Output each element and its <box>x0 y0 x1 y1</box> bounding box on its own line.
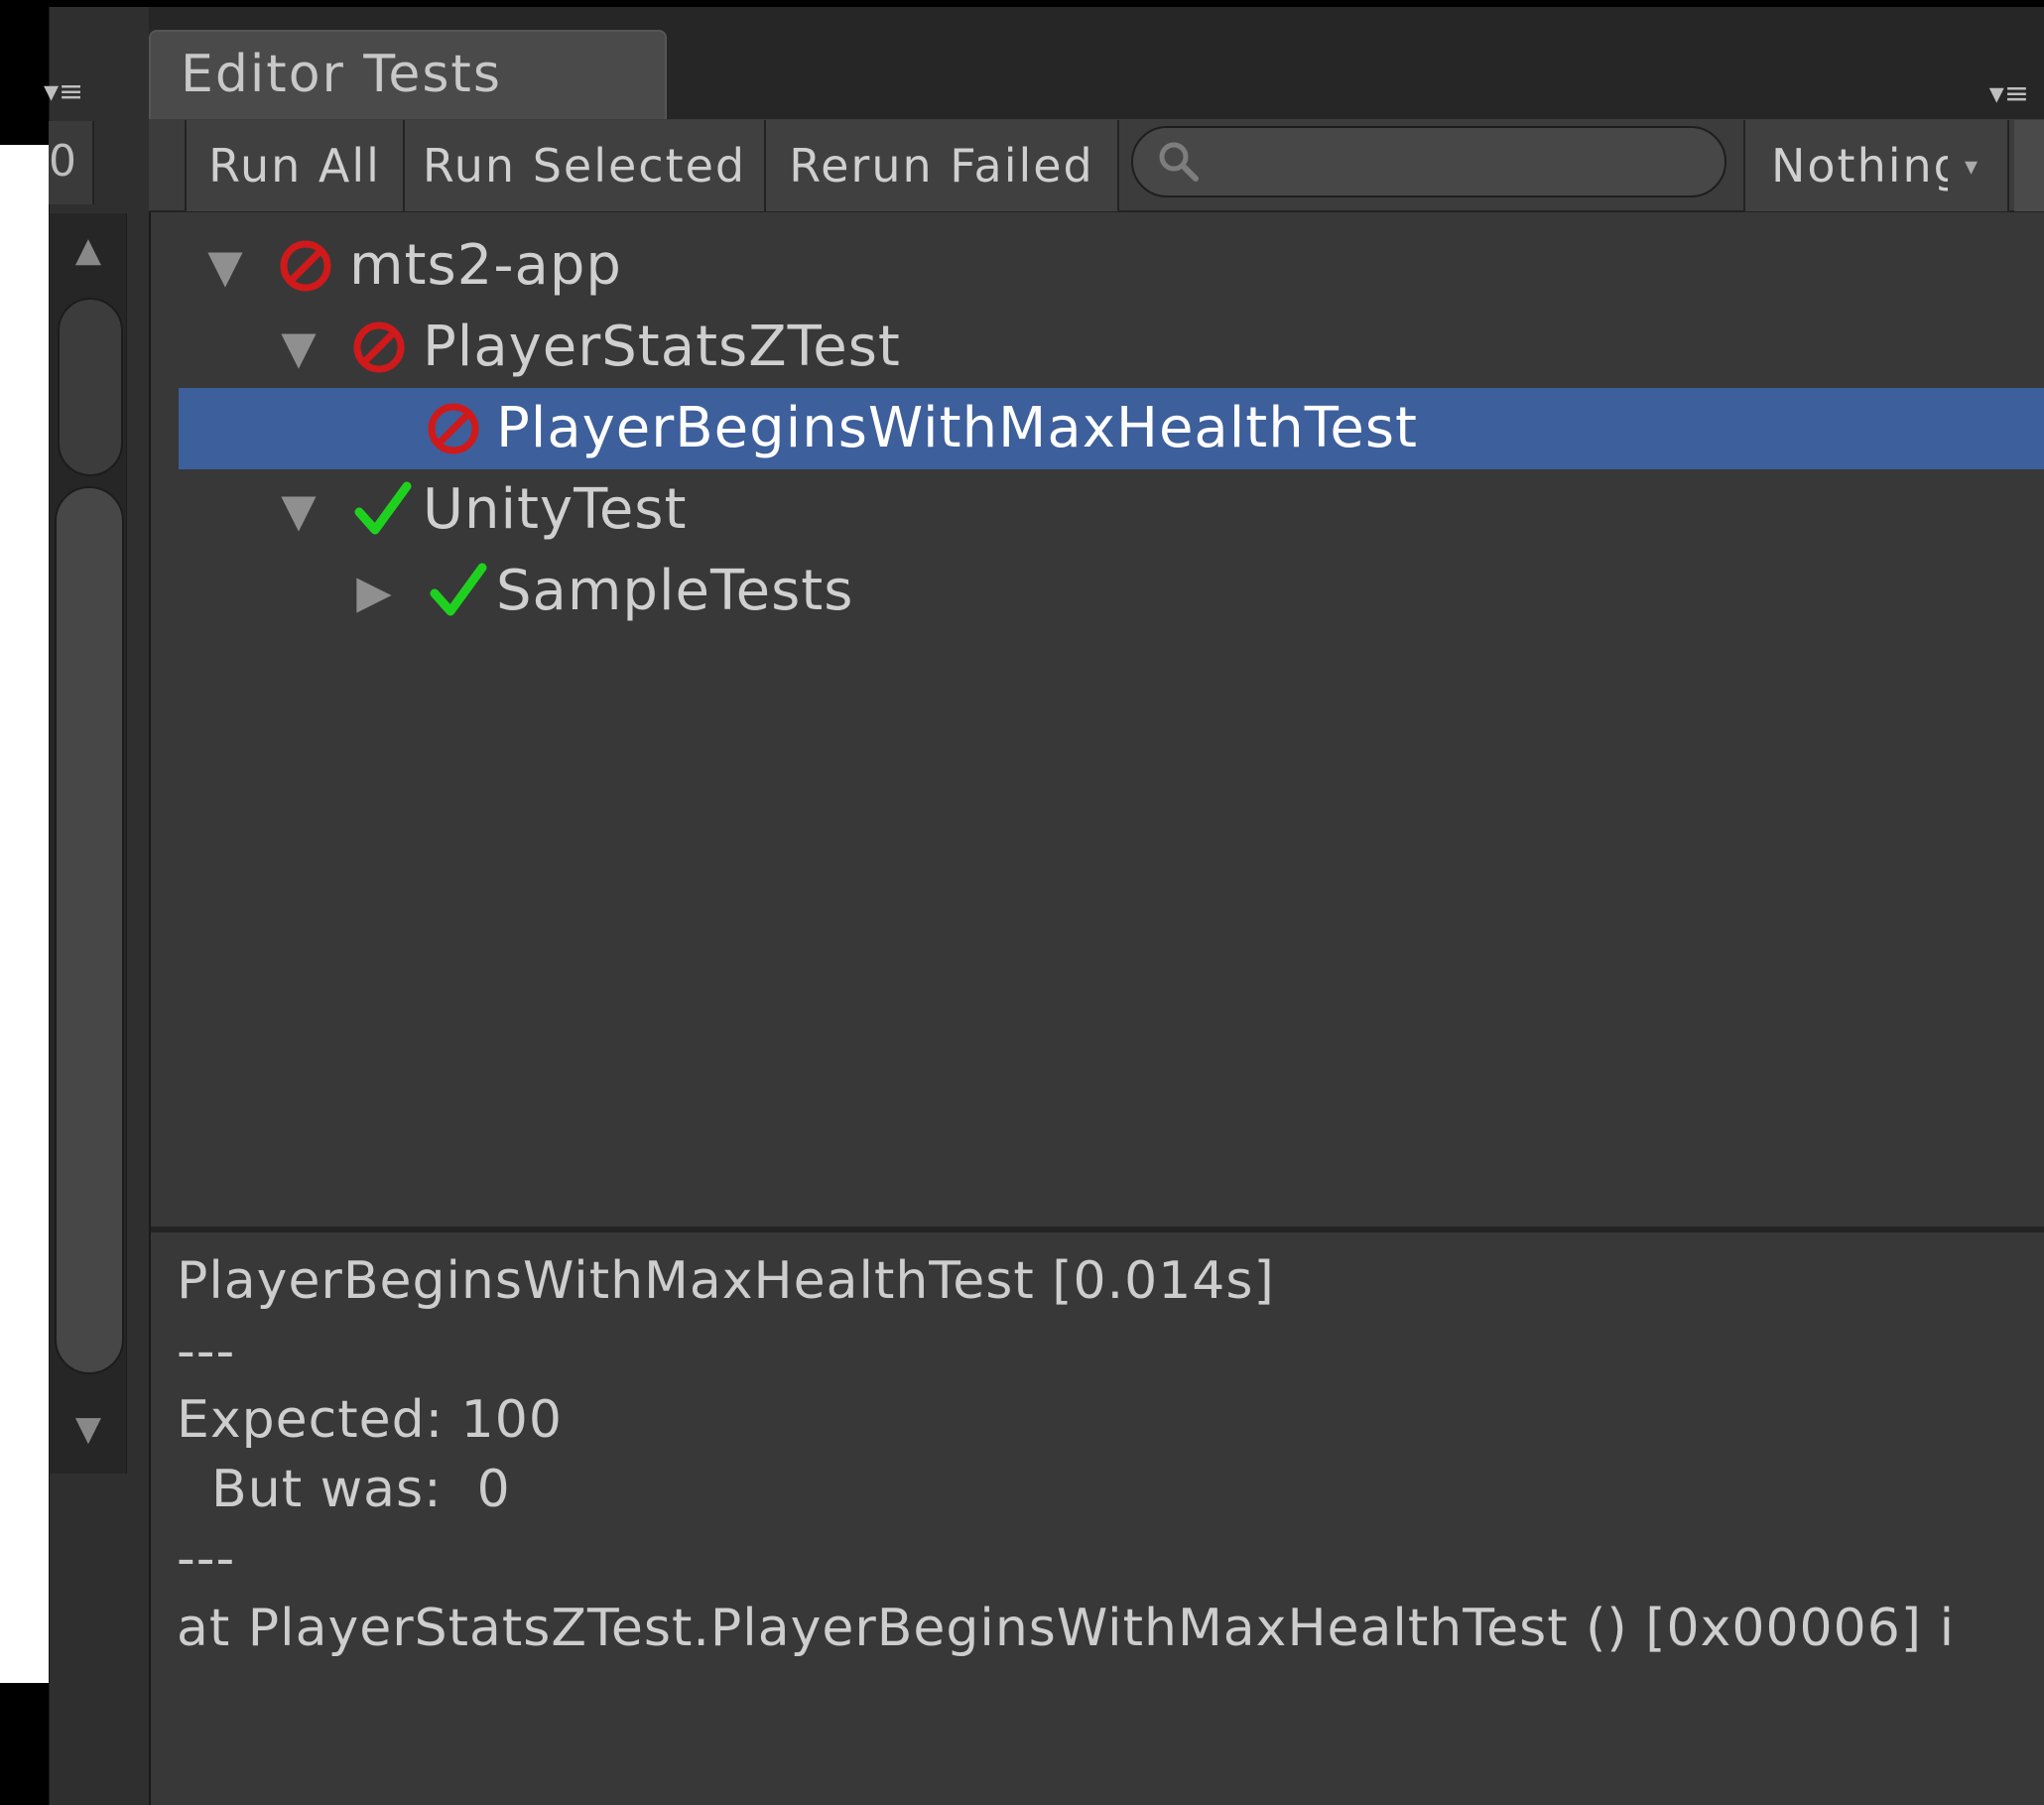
passed-icon <box>354 481 412 535</box>
failed-icon <box>428 403 479 454</box>
left-scroll-thumb[interactable] <box>55 486 124 1374</box>
tree-item-label: UnityTest <box>423 477 688 542</box>
toolbar-scroll-handle[interactable] <box>2014 120 2044 211</box>
passed-icon <box>430 563 487 616</box>
details-stack-trace: at PlayerStatsZTest.PlayerBeginsWithMaxH… <box>177 1599 1956 1658</box>
details-separator: --- <box>177 1322 236 1381</box>
failed-icon <box>353 322 405 373</box>
background-window-strip <box>0 145 50 1683</box>
left-panel-menu-icon[interactable]: ▾≡ <box>44 75 115 109</box>
left-scroll-thumb-upper[interactable] <box>58 298 123 476</box>
details-test-name: PlayerBeginsWithMaxHealthTest [0.014s] <box>177 1251 1275 1311</box>
chevron-down-icon[interactable]: ▼ <box>274 469 323 551</box>
failed-icon <box>280 240 331 292</box>
details-actual: But was: 0 <box>177 1460 511 1519</box>
window-menu-icon[interactable]: ▾≡ <box>1950 77 2029 111</box>
run-all-button[interactable]: Run All <box>185 120 405 211</box>
run-selected-button[interactable]: Run Selected <box>405 120 766 211</box>
tree-item-label: PlayerStatsZTest <box>423 315 901 379</box>
chevron-right-icon[interactable]: ▶ <box>349 551 399 632</box>
chevron-down-icon[interactable]: ▼ <box>200 225 250 307</box>
scroll-down-icon[interactable]: ▼ <box>64 1409 113 1449</box>
tree-item-label: PlayerBeginsWithMaxHealthTest <box>496 396 1418 460</box>
chevron-down-icon[interactable]: ▼ <box>274 307 323 388</box>
tree-item-label: SampleTests <box>496 559 854 623</box>
details-separator: --- <box>177 1529 236 1589</box>
tab-title: Editor Tests <box>181 45 502 104</box>
details-expected: Expected: 100 <box>177 1390 563 1450</box>
chevron-down-icon: ▾ <box>1965 152 1979 182</box>
tree-item-label: mts2-app <box>349 233 622 298</box>
search-input[interactable] <box>1131 126 1726 197</box>
scroll-up-icon[interactable]: ▲ <box>64 230 113 270</box>
filter-dropdown-label: Nothing <box>1771 139 1948 193</box>
rerun-failed-button[interactable]: Rerun Failed <box>766 120 1119 211</box>
search-icon <box>1159 142 1199 182</box>
left-panel-field-text: 0 <box>49 136 76 187</box>
